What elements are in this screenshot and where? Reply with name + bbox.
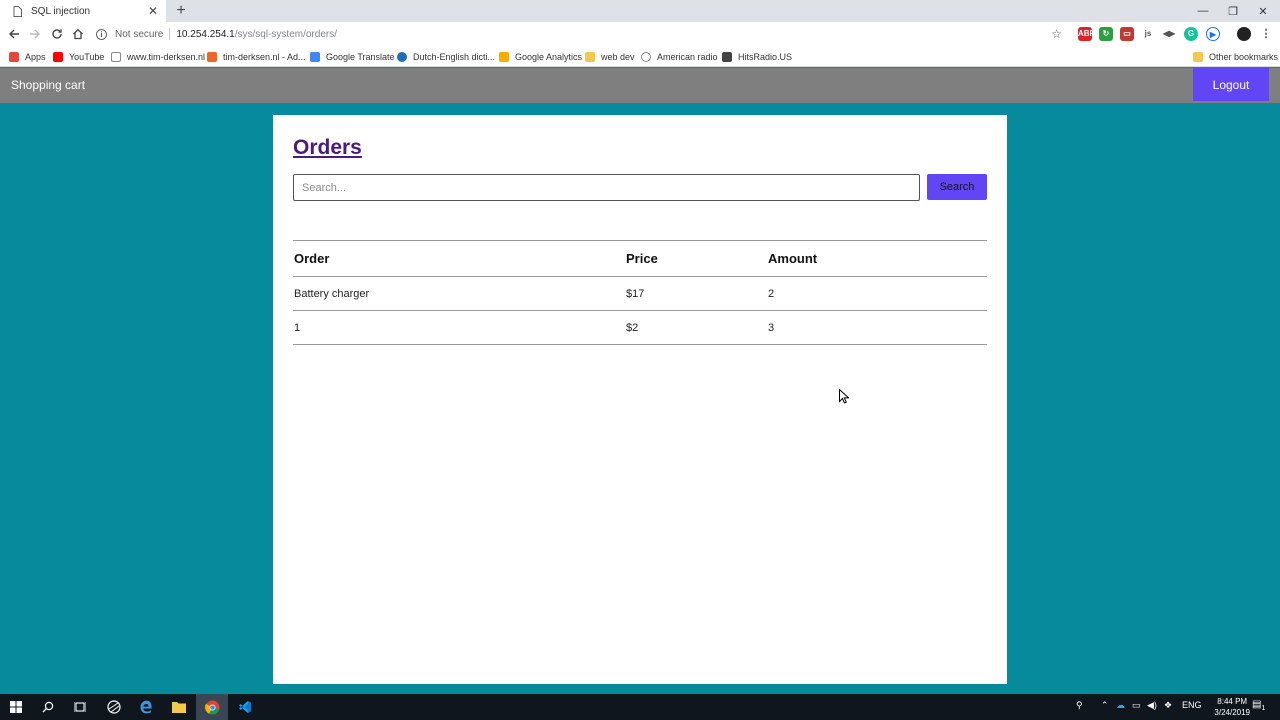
bookmark-hitsradio[interactable]: HitsRadio.US: [722, 50, 792, 63]
bookmark-dutch-english[interactable]: Dutch-English dicti...: [397, 50, 495, 63]
grammarly-icon[interactable]: G: [1184, 27, 1198, 41]
browser-tab-strip: SQL injection ✕ + — ❐ ✕: [0, 0, 1280, 22]
extension-circle-icon[interactable]: ▶: [1206, 27, 1220, 41]
logout-button[interactable]: Logout: [1193, 68, 1269, 101]
hitsradio-icon: [722, 51, 732, 62]
forward-icon[interactable]: [27, 26, 43, 42]
bookmark-google-translate[interactable]: Google Translate: [310, 50, 395, 63]
page-title[interactable]: Orders: [293, 136, 362, 160]
edge-browser-icon[interactable]: [130, 694, 162, 720]
bookmark-star-icon[interactable]: ☆: [1051, 27, 1062, 41]
chevron-up-icon[interactable]: ⌃: [1101, 700, 1109, 711]
bookmark-tim-derksen[interactable]: www.tim-derksen.nl: [111, 50, 205, 63]
task-view-icon[interactable]: [64, 694, 96, 720]
bookmark-tim-derksen-admin[interactable]: tim-derksen.nl - Ad...: [207, 50, 306, 63]
browser-toolbar: i Not secure 10.254.254.1 /sys/sql-syste…: [0, 22, 1280, 46]
bookmark-apps[interactable]: Apps: [9, 50, 46, 63]
page-icon: [12, 5, 23, 17]
mouse-cursor-icon: [839, 388, 850, 407]
clock-date: 3/24/2019: [1214, 708, 1250, 717]
orders-table: Order Price Amount Battery charger $17 2…: [293, 240, 987, 345]
address-bar[interactable]: i Not secure 10.254.254.1 /sys/sql-syste…: [96, 25, 1070, 43]
column-header-order: Order: [293, 240, 625, 277]
windows-start-icon[interactable]: [0, 694, 32, 720]
chrome-icon[interactable]: [196, 694, 228, 720]
volume-icon[interactable]: ◀): [1147, 700, 1157, 711]
orders-card: Orders Search Order Price Amount Battery…: [273, 115, 1007, 684]
profile-avatar-icon[interactable]: [1237, 27, 1251, 41]
restore-icon[interactable]: ❐: [1218, 0, 1248, 22]
bookmark-other[interactable]: Other bookmarks: [1193, 50, 1278, 63]
bookmark-youtube[interactable]: YouTube: [53, 50, 104, 63]
tab-title: SQL injection: [31, 5, 91, 17]
cell-amount: 3: [767, 310, 987, 345]
column-header-amount: Amount: [767, 240, 987, 277]
joomla-icon: [207, 51, 217, 62]
dropbox-icon[interactable]: ❖: [1164, 700, 1172, 711]
network-icon[interactable]: ▭: [1132, 700, 1141, 711]
cell-order: Battery charger: [293, 276, 625, 311]
cell-price: $2: [625, 310, 767, 345]
page-icon: [111, 51, 121, 62]
table-row: Battery charger $17 2: [293, 276, 987, 311]
table-row: 1 $2 3: [293, 310, 987, 345]
window-close-icon[interactable]: ✕: [1248, 0, 1278, 22]
apps-grid-icon: [9, 51, 19, 62]
folder-icon: [1193, 51, 1203, 62]
analytics-icon: [499, 51, 509, 62]
extension-js-icon[interactable]: js: [1141, 27, 1155, 41]
bookmark-google-analytics[interactable]: Google Analytics: [499, 50, 582, 63]
table-header-row: Order Price Amount: [293, 240, 987, 277]
divider: [169, 28, 171, 40]
system-clock[interactable]: 8:44 PM 3/24/2019: [1214, 696, 1250, 718]
search-icon[interactable]: [32, 694, 64, 720]
home-icon[interactable]: [70, 26, 86, 42]
column-header-price: Price: [625, 240, 767, 277]
vscode-icon[interactable]: [229, 694, 261, 720]
extension-play-icon[interactable]: ◀▶: [1162, 27, 1176, 41]
info-icon[interactable]: i: [96, 28, 107, 40]
bookmark-web-dev[interactable]: web dev: [585, 50, 635, 63]
adblock-icon[interactable]: ABP: [1078, 27, 1095, 41]
cell-price: $17: [625, 276, 767, 311]
action-center-icon[interactable]: ▤1: [1252, 699, 1265, 712]
search-input[interactable]: [293, 174, 920, 201]
bookmarks-bar: Apps YouTube www.tim-derksen.nl tim-derk…: [0, 46, 1280, 67]
reload-icon[interactable]: [49, 26, 65, 42]
minimize-icon[interactable]: —: [1188, 0, 1218, 22]
cell-order: 1: [293, 310, 625, 345]
bookmark-american-radio[interactable]: American radio: [641, 50, 718, 63]
brand-link[interactable]: Shopping cart: [11, 78, 85, 92]
file-explorer-icon[interactable]: [163, 694, 195, 720]
security-label: Not secure: [115, 28, 164, 40]
app-icon-circle[interactable]: [98, 694, 130, 720]
people-icon[interactable]: ⚲: [1076, 700, 1083, 711]
url-host: 10.254.254.1: [176, 28, 235, 40]
browser-tab-active[interactable]: SQL injection ✕: [0, 0, 166, 22]
back-icon[interactable]: [6, 26, 22, 42]
search-button[interactable]: Search: [927, 174, 987, 200]
new-tab-button[interactable]: +: [172, 2, 190, 20]
youtube-icon: [53, 51, 63, 62]
radio-icon: [641, 51, 651, 62]
language-indicator[interactable]: ENG: [1182, 700, 1202, 710]
os-taskbar: ⚲ ⌃ ☁ ▭ ◀) ❖ ENG 8:44 PM 3/24/2019 ▤1: [0, 694, 1280, 720]
cell-amount: 2: [767, 276, 987, 311]
dictionary-icon: [397, 51, 407, 62]
folder-icon: [585, 51, 595, 62]
url-path: /sys/sql-system/orders/: [234, 28, 337, 40]
app-navbar: Shopping cart Logout: [0, 68, 1280, 103]
translate-icon: [310, 51, 320, 62]
extension-green-icon[interactable]: ↻: [1099, 27, 1113, 41]
tab-close-icon[interactable]: ✕: [146, 4, 160, 18]
menu-kebab-icon[interactable]: ⋮: [1259, 27, 1273, 41]
clock-time: 8:44 PM: [1217, 697, 1248, 706]
onedrive-icon[interactable]: ☁: [1116, 700, 1125, 711]
extension-red-icon[interactable]: ▭: [1120, 27, 1134, 41]
